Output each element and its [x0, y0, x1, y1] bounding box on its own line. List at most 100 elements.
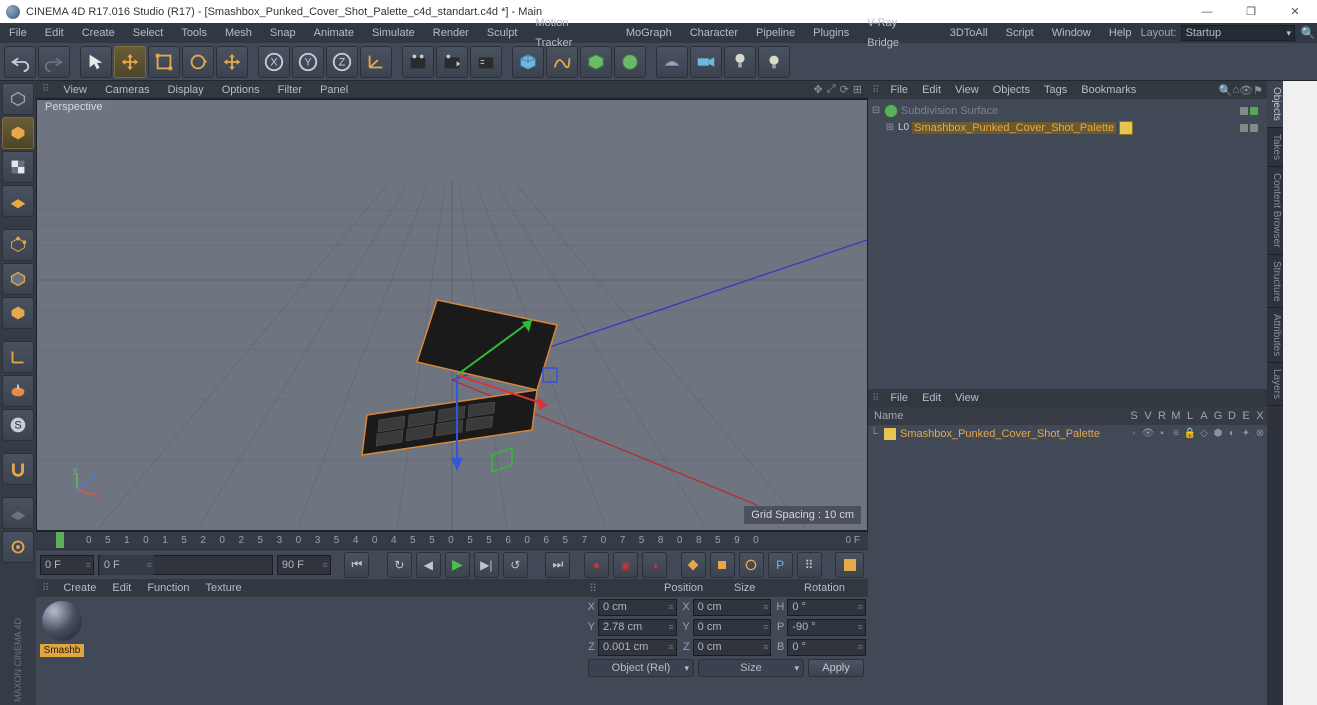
layercol-x[interactable]: X: [1253, 410, 1267, 422]
menu-mesh[interactable]: Mesh: [216, 23, 261, 43]
layer-solo-icon[interactable]: ◦: [1127, 428, 1141, 439]
minimize-button[interactable]: ―: [1185, 0, 1229, 23]
tree-row-palette[interactable]: ⊞ L0 Smashbox_Punked_Cover_Shot_Palette: [871, 119, 1264, 136]
add-light2-button[interactable]: [758, 46, 790, 78]
vpmenu-filter[interactable]: Filter: [270, 84, 310, 96]
vp-layout-icon[interactable]: ⊞: [853, 83, 862, 96]
coord-pos-x[interactable]: 0 cm: [598, 599, 677, 616]
objmenu-tags[interactable]: Tags: [1037, 84, 1074, 96]
axis-tool[interactable]: [2, 341, 34, 373]
layer-expr-icon[interactable]: ✦: [1239, 428, 1253, 439]
objmenu-file[interactable]: File: [883, 84, 915, 96]
vpmenu-cameras[interactable]: Cameras: [97, 84, 158, 96]
menu-sculpt[interactable]: Sculpt: [478, 23, 527, 43]
points-mode-button[interactable]: [2, 229, 34, 261]
objmenu-edit[interactable]: Edit: [915, 84, 948, 96]
obj-home-icon[interactable]: ⌂: [1233, 84, 1240, 96]
layer-xref-icon[interactable]: ⊗: [1253, 428, 1267, 439]
viewport[interactable]: Perspective: [37, 100, 867, 530]
menu-file[interactable]: File: [0, 23, 36, 43]
coord-mode-dropdown[interactable]: Object (Rel): [588, 659, 694, 677]
menu-script[interactable]: Script: [997, 23, 1043, 43]
vp-rotate-icon[interactable]: ⟳: [840, 83, 849, 96]
add-generator-button[interactable]: [580, 46, 612, 78]
timeline-ruler[interactable]: 051015202530354045505560657075808590 0 F: [36, 531, 868, 549]
attrmenu-view[interactable]: View: [948, 392, 986, 404]
add-light-button[interactable]: [724, 46, 756, 78]
add-cube-button[interactable]: [512, 46, 544, 78]
layer-render-icon[interactable]: ▪: [1155, 428, 1169, 439]
layercol-m[interactable]: M: [1169, 410, 1183, 422]
menu-snap[interactable]: Snap: [261, 23, 305, 43]
obj-search-icon[interactable]: 🔍: [1219, 84, 1233, 97]
layer-manager-icon[interactable]: ≡: [1169, 428, 1183, 439]
menu-create[interactable]: Create: [73, 23, 124, 43]
menu-mograph[interactable]: MoGraph: [617, 23, 681, 43]
render-settings-button[interactable]: [470, 46, 502, 78]
x-axis-lock[interactable]: X: [258, 46, 290, 78]
object-tree[interactable]: ⊟ Subdivision Surface ⊞ L0 Smashbox_Punk…: [868, 99, 1267, 389]
material-manager[interactable]: Smashb: [36, 597, 584, 667]
matmenu-create[interactable]: Create: [55, 582, 104, 594]
undo-button[interactable]: [4, 46, 36, 78]
key-param-button[interactable]: P: [768, 552, 793, 578]
layercol-v[interactable]: V: [1141, 410, 1155, 422]
layer-lock-icon[interactable]: 🔒: [1183, 428, 1197, 439]
coord-size-y[interactable]: 0 cm: [693, 619, 772, 636]
coord-rot-p[interactable]: -90 °: [787, 619, 866, 636]
menu-help[interactable]: Help: [1100, 23, 1141, 43]
autokey-button[interactable]: ◉: [613, 552, 638, 578]
objmenu-view[interactable]: View: [948, 84, 986, 96]
righttab-attributes[interactable]: Attributes: [1267, 308, 1283, 363]
attribute-manager[interactable]: [868, 442, 1267, 705]
range-start-field[interactable]: 0 F: [40, 555, 94, 575]
righttab-layers[interactable]: Layers: [1267, 363, 1283, 406]
live-select-tool[interactable]: [80, 46, 112, 78]
coord-size-dropdown[interactable]: Size: [698, 659, 804, 677]
close-button[interactable]: ✕: [1273, 0, 1317, 23]
layercol-s[interactable]: S: [1127, 410, 1141, 422]
coord-pos-y[interactable]: 2.78 cm: [598, 619, 677, 636]
menu-character[interactable]: Character: [681, 23, 747, 43]
key-scale-button[interactable]: [710, 552, 735, 578]
key-pos-button[interactable]: [681, 552, 706, 578]
righttab-contentbrowser[interactable]: Content Browser: [1267, 167, 1283, 254]
locked3d-button[interactable]: [2, 497, 34, 529]
coord-rot-b[interactable]: 0 °: [787, 639, 866, 656]
menu-render[interactable]: Render: [424, 23, 478, 43]
layer-deform-icon[interactable]: ◐: [1225, 428, 1239, 439]
key-pla-button[interactable]: ⠿: [797, 552, 822, 578]
texture-mode-button[interactable]: [2, 151, 34, 183]
attrmenu-file[interactable]: File: [883, 392, 915, 404]
apply-button[interactable]: Apply: [808, 659, 864, 677]
attrmenu-edit[interactable]: Edit: [915, 392, 948, 404]
coord-size-x[interactable]: 0 cm: [693, 599, 772, 616]
goto-start-button[interactable]: ⏮: [344, 552, 369, 578]
move-tool[interactable]: [114, 46, 146, 78]
y-axis-lock[interactable]: Y: [292, 46, 324, 78]
layer-anim-icon[interactable]: ◇: [1197, 428, 1211, 439]
workplane-button[interactable]: [2, 185, 34, 217]
menu-simulate[interactable]: Simulate: [363, 23, 424, 43]
righttab-objects[interactable]: Objects: [1267, 81, 1283, 128]
next-key-button[interactable]: ↺: [503, 552, 528, 578]
last-tool[interactable]: [216, 46, 248, 78]
objmenu-objects[interactable]: Objects: [986, 84, 1037, 96]
coord-rot-h[interactable]: 0 °: [787, 599, 866, 616]
menu-select[interactable]: Select: [124, 23, 173, 43]
matmenu-texture[interactable]: Texture: [198, 582, 250, 594]
layer-view-icon[interactable]: 👁: [1141, 428, 1155, 439]
next-frame-button[interactable]: ▶|: [474, 552, 499, 578]
coord-pos-z[interactable]: 0.001 cm: [598, 639, 677, 656]
layercol-a[interactable]: A: [1197, 410, 1211, 422]
menu-plugins[interactable]: Plugins: [804, 23, 858, 43]
menu-vraybridge[interactable]: V-Ray Bridge: [858, 13, 941, 53]
record-button[interactable]: ●: [584, 552, 609, 578]
model-mode-button[interactable]: [2, 117, 34, 149]
layercol-g[interactable]: G: [1211, 410, 1225, 422]
menu-3dtoall[interactable]: 3DToAll: [941, 23, 997, 43]
snap-toggle-button[interactable]: S: [2, 409, 34, 441]
menu-tools[interactable]: Tools: [172, 23, 216, 43]
obj-flag-icon[interactable]: ⚑: [1253, 84, 1263, 97]
scale-tool[interactable]: [148, 46, 180, 78]
